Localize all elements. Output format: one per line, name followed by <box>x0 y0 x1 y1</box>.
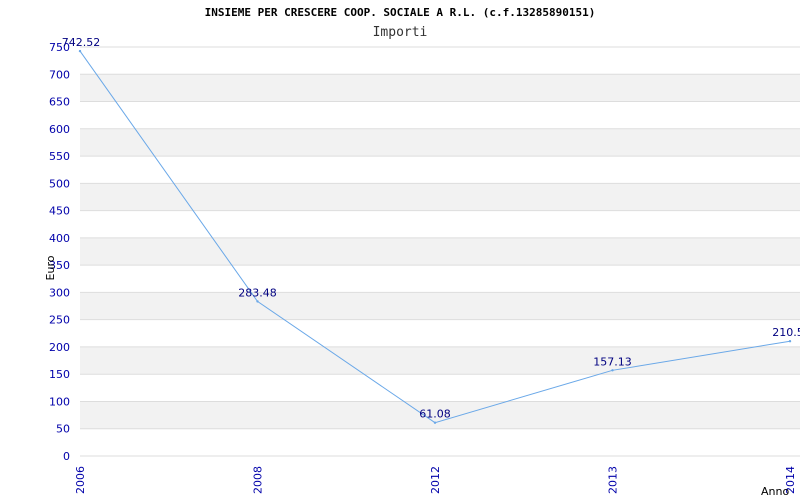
x-tick-label: 2008 <box>252 466 265 494</box>
x-tick-label: 2006 <box>74 466 87 494</box>
y-tick-label: 600 <box>49 123 70 136</box>
x-axis-ticks: 2006 2008 2012 2013 2014 <box>74 466 797 494</box>
data-label: 61.08 <box>419 408 451 421</box>
data-label: 157.13 <box>593 355 632 368</box>
x-tick-label: 2012 <box>429 466 442 494</box>
y-tick-label: 300 <box>49 286 70 299</box>
y-tick-label: 400 <box>49 232 70 245</box>
y-tick-label: 200 <box>49 341 70 354</box>
line-chart: 0501001502002503003504004505005506006507… <box>44 36 800 498</box>
plot-band <box>80 128 800 157</box>
y-tick-label: 650 <box>49 96 70 109</box>
y-axis-ticks: 0501001502002503003504004505005506006507… <box>49 41 70 463</box>
plot-band <box>80 183 800 211</box>
y-tick-label: 450 <box>49 205 70 218</box>
data-point <box>788 340 792 343</box>
y-axis-label: Euro <box>44 255 57 280</box>
y-tick-label: 0 <box>63 450 70 463</box>
plot-band <box>80 346 800 375</box>
data-point <box>433 421 437 424</box>
y-tick-label: 500 <box>49 177 70 190</box>
data-label: 283.48 <box>238 286 277 299</box>
y-tick-label: 550 <box>49 150 70 163</box>
data-label: 210.5 <box>772 326 800 339</box>
data-label: 742.52 <box>62 36 101 49</box>
data-point <box>256 300 259 303</box>
plot-bands <box>80 74 800 429</box>
x-tick-label: 2013 <box>607 466 620 494</box>
plot-band <box>80 237 800 266</box>
x-axis-label: Anno <box>761 485 789 498</box>
plot-band <box>80 292 800 320</box>
plot-band <box>80 74 800 102</box>
y-tick-label: 250 <box>49 314 70 327</box>
y-tick-label: 100 <box>49 395 70 408</box>
data-point <box>611 369 614 372</box>
data-point <box>78 49 82 53</box>
y-tick-label: 150 <box>49 368 70 381</box>
y-tick-label: 700 <box>49 68 70 81</box>
y-tick-label: 50 <box>56 423 70 436</box>
